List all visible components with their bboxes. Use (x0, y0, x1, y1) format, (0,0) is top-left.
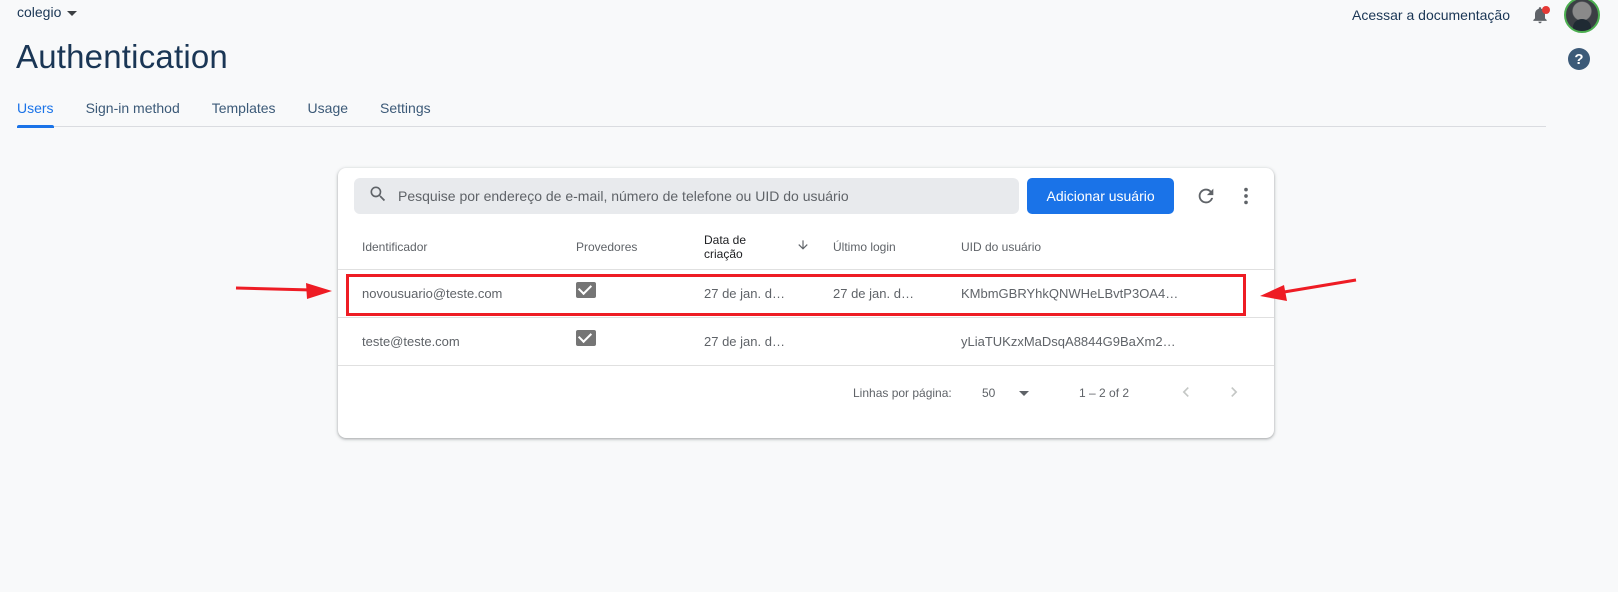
search-icon (368, 184, 388, 209)
project-switcher[interactable]: colegio (17, 4, 78, 20)
tab-settings[interactable]: Settings (380, 90, 431, 127)
provider-email (576, 330, 676, 349)
row-identifier: novousuario@teste.com (362, 286, 503, 301)
search-input[interactable] (398, 188, 1019, 204)
search-box[interactable] (354, 178, 1019, 214)
users-table: Identificador Provedores Data de criação… (338, 224, 1274, 366)
project-name: colegio (17, 4, 62, 20)
header-last-login[interactable]: Último login (833, 240, 943, 254)
users-card: Adicionar usuário Identificador Provedor… (338, 168, 1274, 438)
help-icon[interactable]: ? (1568, 48, 1590, 70)
right-arrow-icon (1260, 278, 1357, 301)
users-toolbar: Adicionar usuário (354, 178, 1258, 214)
notification-dot (1542, 6, 1550, 14)
chevron-down-icon (1019, 390, 1030, 396)
more-vert-icon[interactable] (1234, 184, 1258, 208)
tab-users[interactable]: Users (17, 90, 54, 128)
tab-templates[interactable]: Templates (212, 90, 276, 127)
top-right-actions: Acessar a documentação (1352, 0, 1600, 33)
row-uid: yLiaTUKzxMaDsqA8844G9BaXm2… (961, 334, 1176, 349)
row-identifier: teste@teste.com (362, 334, 460, 349)
next-page-icon[interactable] (1224, 382, 1244, 405)
row-uid: KMbmGBRYhkQNWHeLBvtP3OA4… (961, 286, 1179, 301)
rows-per-page-label: Linhas por página: (853, 386, 952, 400)
provider-email (576, 282, 676, 301)
tab-bar: Users Sign-in method Templates Usage Set… (17, 90, 1546, 128)
row-created: 27 de jan. d… (704, 286, 785, 301)
rows-per-page-select[interactable]: 50 (982, 380, 1030, 406)
pagination: Linhas por página: 50 1 – 2 of 2 (338, 368, 1274, 416)
prev-page-icon[interactable] (1176, 382, 1196, 405)
rows-per-page-value: 50 (982, 386, 996, 400)
header-providers: Provedores (576, 239, 638, 254)
page-title: Authentication (16, 38, 228, 75)
notifications-bell-icon[interactable] (1530, 5, 1550, 25)
mail-icon (576, 330, 596, 346)
avatar[interactable] (1564, 0, 1600, 33)
arrow-down-icon[interactable] (796, 238, 810, 255)
docs-link[interactable]: Acessar a documentação (1352, 7, 1510, 23)
row-created: 27 de jan. d… (704, 334, 785, 349)
chevron-down-icon (67, 10, 78, 16)
header-created-line1: Data de (704, 232, 747, 247)
tab-sign-in-method[interactable]: Sign-in method (86, 90, 180, 127)
left-arrow-icon (235, 283, 332, 299)
table-row[interactable]: novousuario@teste.com 27 de jan. d… 27 d… (338, 270, 1274, 318)
table-header: Identificador Provedores Data de criação… (338, 224, 1274, 270)
add-user-button[interactable]: Adicionar usuário (1026, 178, 1175, 214)
refresh-icon[interactable] (1194, 184, 1218, 208)
page-range-label: 1 – 2 of 2 (1079, 386, 1130, 400)
row-last-login: 27 de jan. d… (833, 286, 914, 301)
header-uid: UID do usuário (961, 239, 1042, 254)
tab-usage[interactable]: Usage (308, 90, 348, 127)
table-row[interactable]: teste@teste.com 27 de jan. d… yLiaTUKzxM… (338, 318, 1274, 366)
header-created-line2: criação (704, 246, 743, 261)
mail-icon (576, 282, 596, 298)
header-identifier[interactable]: Identificador (362, 240, 562, 254)
